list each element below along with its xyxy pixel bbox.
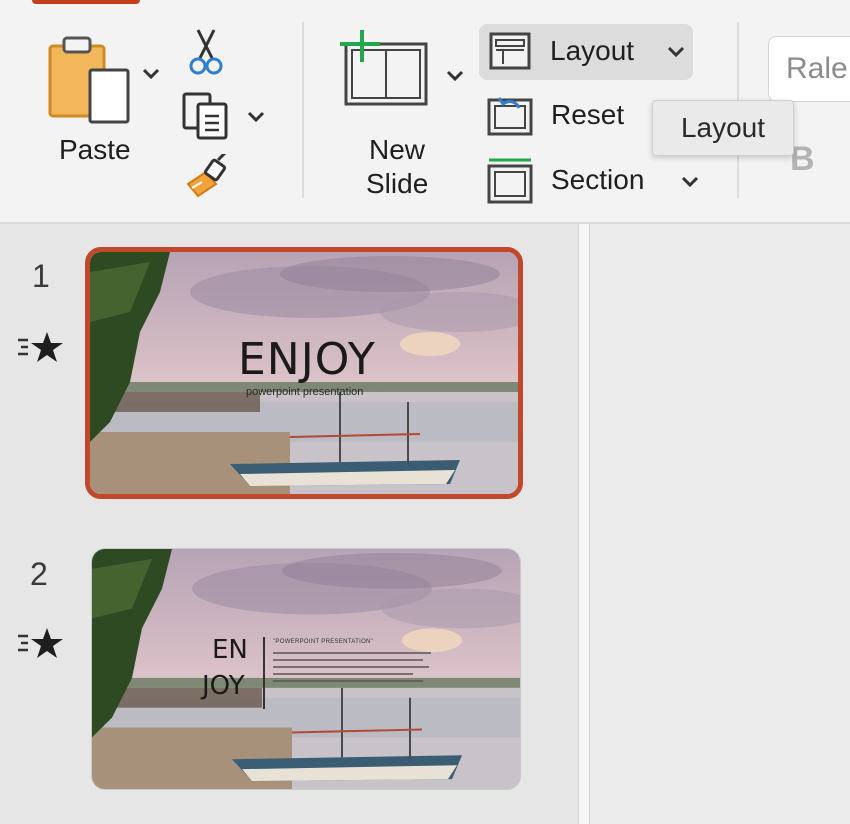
layout-icon bbox=[489, 32, 531, 70]
copy-chevron-down-icon[interactable] bbox=[247, 111, 265, 123]
animation-star-icon[interactable] bbox=[16, 626, 66, 660]
scissors-icon[interactable] bbox=[188, 28, 224, 76]
animation-star-icon[interactable] bbox=[16, 330, 66, 364]
new-slide-label-line2: Slide bbox=[366, 168, 429, 199]
section-icon bbox=[487, 158, 533, 204]
tooltip-text: Layout bbox=[680, 112, 766, 143]
new-slide-chevron-down-icon[interactable] bbox=[446, 70, 464, 82]
layout-tooltip: Layout bbox=[652, 100, 794, 156]
slide-1-subtitle: powerpoint presentation bbox=[246, 386, 364, 398]
reset-icon bbox=[487, 97, 533, 136]
new-slide-icon bbox=[340, 30, 428, 106]
slide-2-heading: "POWERPOINT PRESENTATION" bbox=[273, 639, 374, 645]
section-label: Section bbox=[551, 164, 645, 195]
copy-icon[interactable] bbox=[182, 92, 230, 140]
slide-2-title-line2: JOY bbox=[202, 671, 245, 701]
layout-button[interactable]: Layout bbox=[479, 24, 693, 80]
slide-thumbnail-1[interactable]: ENJOY powerpoint presentation bbox=[85, 247, 523, 499]
reset-button[interactable]: Reset bbox=[485, 90, 645, 140]
new-slide-label-line1: New bbox=[369, 134, 426, 165]
new-slide-button[interactable]: New Slide bbox=[336, 28, 446, 204]
slide-number-1: 1 bbox=[32, 258, 50, 294]
slide-thumbnail-2[interactable]: EN JOY "POWERPOINT PRESENTATION" bbox=[91, 548, 521, 790]
slide-2-title-line1: EN bbox=[212, 635, 248, 665]
slide-1-title: ENJOY bbox=[238, 334, 376, 385]
slide-number-2: 2 bbox=[30, 556, 48, 592]
section-chevron-down-icon bbox=[681, 176, 699, 188]
layout-chevron-down-icon bbox=[667, 46, 685, 58]
font-name-value: Rale bbox=[786, 52, 848, 85]
active-tab-indicator bbox=[32, 0, 140, 4]
slide-editor-area[interactable] bbox=[590, 224, 850, 824]
ribbon-separator bbox=[302, 22, 304, 198]
reset-label: Reset bbox=[551, 99, 625, 130]
section-button[interactable]: Section bbox=[485, 154, 705, 204]
format-painter-icon[interactable] bbox=[182, 154, 232, 200]
slide-2-divider bbox=[263, 637, 265, 709]
slide-2-body-text bbox=[273, 652, 431, 687]
paste-button[interactable]: Paste bbox=[40, 30, 150, 180]
clipboard-icon bbox=[48, 36, 130, 124]
font-name-field[interactable]: Rale bbox=[768, 36, 850, 102]
pane-resize-handle[interactable] bbox=[578, 224, 590, 824]
layout-label: Layout bbox=[550, 35, 635, 66]
paste-label: Paste bbox=[59, 134, 131, 165]
paste-chevron-down-icon[interactable] bbox=[142, 68, 160, 80]
